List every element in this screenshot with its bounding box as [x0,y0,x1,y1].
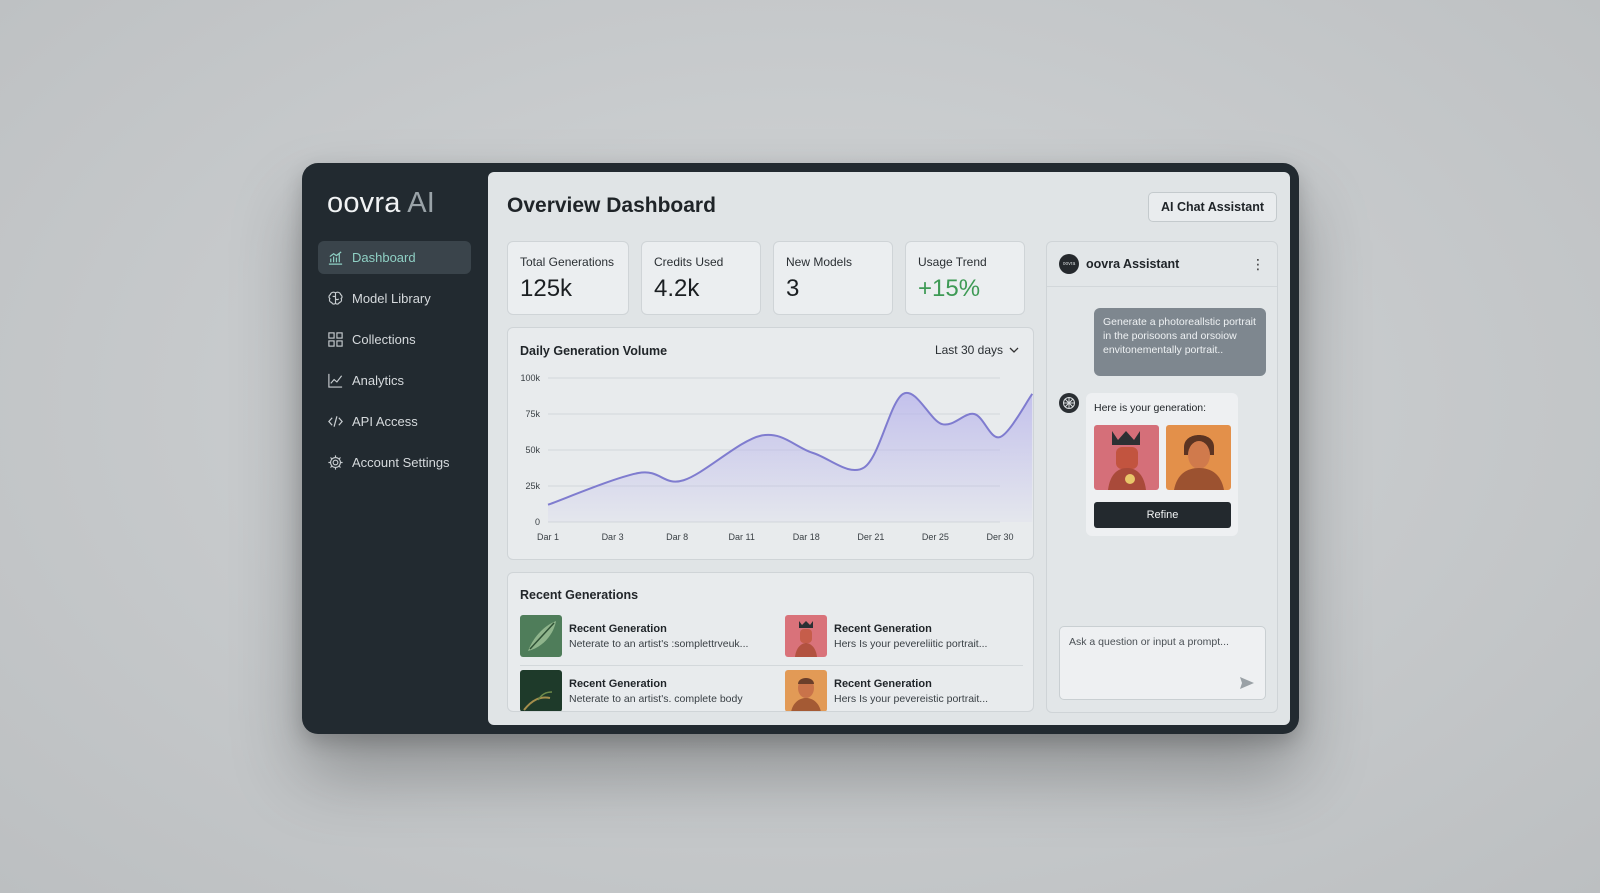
sidebar-item-label: Dashboard [352,250,416,265]
app-window: oovra AI Dashboard Model Library Collect… [302,163,1299,734]
more-options-icon[interactable]: ⋮ [1251,257,1265,271]
recent-generation-item[interactable]: Recent Generation Hers Is your pevereist… [785,670,1017,711]
stat-card-total-generations: Total Generations 125k [507,241,629,315]
sidebar-item-collections[interactable]: Collections [318,323,471,356]
stat-card-credits-used: Credits Used 4.2k [641,241,761,315]
sidebar-item-label: Analytics [352,373,405,388]
item-title: Recent Generation [569,677,667,690]
assistant-message-text: Here is your generation: [1094,402,1207,414]
sidebar-item-label: Account Settings [352,455,450,470]
chart-title: Daily Generation Volume [520,344,668,358]
sidebar: oovra AI Dashboard Model Library Collect… [302,163,487,734]
thumbnail-dark-leaf [520,670,562,711]
sidebar-item-label: API Access [352,414,418,429]
sidebar-item-api-access[interactable]: API Access [318,405,471,438]
recent-generation-item[interactable]: Recent Generation Neterate to an artist'… [520,615,752,657]
line-chart-icon [328,373,343,388]
assistant-message: Here is your generation: Refine [1086,393,1238,536]
stat-value: +15% [918,275,981,302]
gear-icon [328,455,343,470]
x-tick-label: Der 21 [857,532,884,542]
recent-generation-item[interactable]: Recent Generation Hers Is your peverelii… [785,615,1017,657]
user-message: Generate a photoreallstic portrait in th… [1094,308,1266,376]
item-description: Neterate to an artist's. complete body [569,692,743,705]
code-icon [328,416,343,427]
item-description: Hers Is your pevereistic portrait... [834,692,989,705]
chat-assistant-panel: oovra oovra Assistant ⋮ Generate a photo… [1046,241,1278,713]
sidebar-item-analytics[interactable]: Analytics [318,364,471,397]
logo: oovra AI [327,187,471,235]
logo-suffix: AI [400,187,436,219]
x-tick-label: Dar 11 [729,532,755,542]
sidebar-item-account-settings[interactable]: Account Settings [318,446,471,479]
stat-card-usage-trend: Usage Trend +15% [905,241,1025,315]
recent-generations-title: Recent Generations [520,588,639,602]
generated-image-crowned-figure[interactable] [1094,425,1159,490]
stat-label: Usage Trend [918,255,987,269]
sidebar-item-label: Model Library [352,291,431,306]
y-tick-label: 75k [525,409,540,419]
sidebar-item-dashboard[interactable]: Dashboard [318,241,471,274]
chat-input-box[interactable] [1059,626,1266,700]
y-tick-label: 50k [525,445,540,455]
item-description: Neterate to an artist's :somplettrveuk..… [569,637,749,650]
ai-chat-assistant-button[interactable]: AI Chat Assistant [1147,192,1277,222]
sidebar-nav: Dashboard Model Library Collections Anal… [318,241,471,479]
thumbnail-portrait [785,670,827,711]
x-tick-label: Dar 8 [666,532,688,542]
refine-button[interactable]: Refine [1094,502,1231,528]
stat-value: 3 [786,275,800,302]
daily-generation-volume-card: Daily Generation Volume Last 30 days 0 25… [507,327,1034,560]
stat-value: 125k [520,275,573,302]
y-tick-label: 100k [520,373,540,383]
stat-card-new-models: New Models 3 [773,241,893,315]
x-tick-label: Dar 1 [537,532,559,542]
x-tick-label: Dar 18 [793,532,820,542]
recent-generations-card: Recent Generations Recent Generation Net… [507,572,1034,712]
area-fill [548,392,1033,522]
bot-avatar-icon [1059,393,1079,413]
y-tick-label: 0 [535,517,540,527]
y-tick-label: 25k [525,481,540,491]
divider [520,665,1023,666]
thumbnail-leaf [520,615,562,657]
date-range-label: Last 30 days [934,343,1003,357]
item-title: Recent Generation [834,677,932,690]
sidebar-item-model-library[interactable]: Model Library [318,282,471,315]
date-range-dropdown[interactable]: Last 30 days [935,343,1019,357]
item-title: Recent Generation [834,622,932,635]
assistant-name: oovra Assistant [1086,257,1180,271]
chat-header: oovra oovra Assistant ⋮ [1047,242,1277,287]
chart-bars-icon [328,251,343,265]
stat-label: Credits Used [654,255,724,269]
chevron-down-icon [1009,347,1019,353]
x-tick-label: Der 30 [986,532,1013,542]
grid-icon [328,332,343,347]
area-chart: 0 25k 50k 75k 100k Dar 1 Dar 3 Dar 8 Dar 11 Dar 1… [520,373,1033,542]
item-description: Hers Is your pevereliitic portrait... [834,637,988,650]
send-icon[interactable] [1239,675,1255,691]
stat-value: 4.2k [654,275,700,302]
sidebar-item-label: Collections [352,332,416,347]
logo-main: oovra [327,187,401,219]
generated-image-portrait[interactable] [1166,425,1231,490]
recent-generation-item[interactable]: Recent Generation Neterate to an artist'… [520,670,752,711]
thumbnail-crowned-figure [785,615,827,657]
x-tick-label: Dar 3 [602,532,624,542]
assistant-avatar: oovra [1059,254,1079,274]
page-title: Overview Dashboard [507,194,716,217]
x-tick-label: Der 25 [922,532,949,542]
main-panel: Overview Dashboard AI Chat Assistant Tot… [488,172,1290,725]
brain-icon [328,291,343,305]
stat-label: Total Generations [520,255,615,269]
stat-label: New Models [786,255,853,269]
item-title: Recent Generation [569,622,667,635]
chat-prompt-input[interactable] [1069,636,1259,648]
